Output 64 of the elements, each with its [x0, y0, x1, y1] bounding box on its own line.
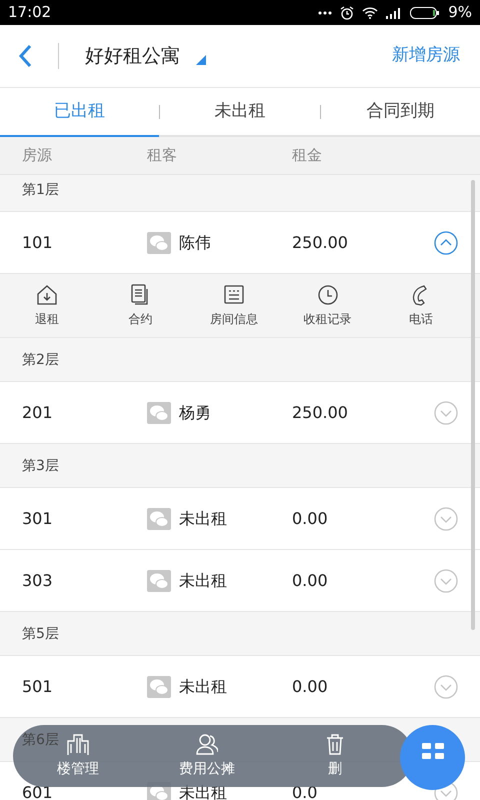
signal-icon: [386, 6, 402, 18]
rent-amount: 250.00: [292, 402, 349, 424]
action-button[interactable]: 退租: [0, 284, 94, 328]
clock-icon: [316, 284, 339, 306]
tenant-name: 未出租: [179, 676, 227, 698]
alarm-icon: [340, 6, 354, 20]
floor-label: 第1层: [22, 181, 59, 200]
chat-icon: [147, 402, 171, 424]
expand-icon[interactable]: [434, 674, 458, 698]
room-number: 301: [21, 508, 54, 530]
tenant-name: 未出租: [179, 570, 227, 592]
card-icon: [222, 284, 245, 306]
tenant-name: 杨勇: [179, 402, 211, 424]
floor-label: 第5层: [22, 625, 59, 644]
action-button[interactable]: 收租记录: [280, 284, 374, 328]
toolbar-button[interactable]: 删: [285, 732, 385, 780]
dropdown-icon[interactable]: [196, 55, 206, 65]
wifi-icon: [362, 6, 378, 18]
action-button[interactable]: 电话: [374, 284, 468, 328]
tenant-name: 陈伟: [179, 232, 211, 254]
tab[interactable]: 合同到期: [320, 88, 480, 137]
room-number: 201: [21, 402, 54, 424]
rent-amount: 250.00: [292, 232, 349, 254]
rent-amount: 0.00: [292, 508, 329, 530]
rent-amount: 0.00: [292, 570, 329, 592]
tenant-name: 未出租: [179, 508, 227, 530]
page-title: 好好租公寓: [85, 44, 180, 69]
more-icon: [318, 10, 332, 14]
back-button[interactable]: [18, 44, 32, 68]
battery-level: 9%: [448, 2, 472, 24]
people-icon: [196, 732, 218, 754]
battery-icon: [410, 6, 440, 18]
status-time: 17:02: [8, 2, 52, 24]
room-number: 601: [21, 782, 54, 800]
building-icon: [67, 732, 89, 754]
chat-icon: [147, 570, 171, 592]
expand-icon[interactable]: [434, 506, 458, 530]
action-button[interactable]: 合约: [94, 284, 188, 328]
room-number: 303: [21, 570, 54, 592]
tenant-name: 未出租: [179, 782, 227, 800]
chat-icon: [147, 508, 171, 530]
collapse-icon[interactable]: [434, 230, 458, 254]
rent-amount: 0.0: [292, 782, 318, 800]
toolbar-button[interactable]: 费用公摊: [143, 732, 271, 780]
column-header: 租客: [147, 145, 178, 166]
column-header: 房源: [21, 145, 53, 166]
room-number: 501: [21, 676, 54, 698]
chat-icon: [147, 232, 171, 254]
expand-icon[interactable]: [434, 400, 458, 424]
trash-icon: [324, 732, 346, 754]
chat-icon: [147, 676, 171, 698]
back-icon: [18, 44, 32, 68]
column-header: 租金: [292, 145, 323, 166]
rent-amount: 0.00: [292, 676, 329, 698]
expand-icon[interactable]: [434, 568, 458, 592]
floor-label: 第3层: [22, 457, 59, 476]
tab[interactable]: 未出租: [160, 88, 320, 137]
add-listing-link[interactable]: 新增房源: [392, 43, 460, 69]
floor-label: 第6层: [22, 731, 59, 750]
action-button[interactable]: 房间信息: [187, 284, 281, 328]
floor-label: 第2层: [22, 351, 59, 370]
house-arrow-icon: [36, 284, 58, 306]
grid-icon: [422, 742, 444, 758]
room-number: 101: [21, 232, 54, 254]
